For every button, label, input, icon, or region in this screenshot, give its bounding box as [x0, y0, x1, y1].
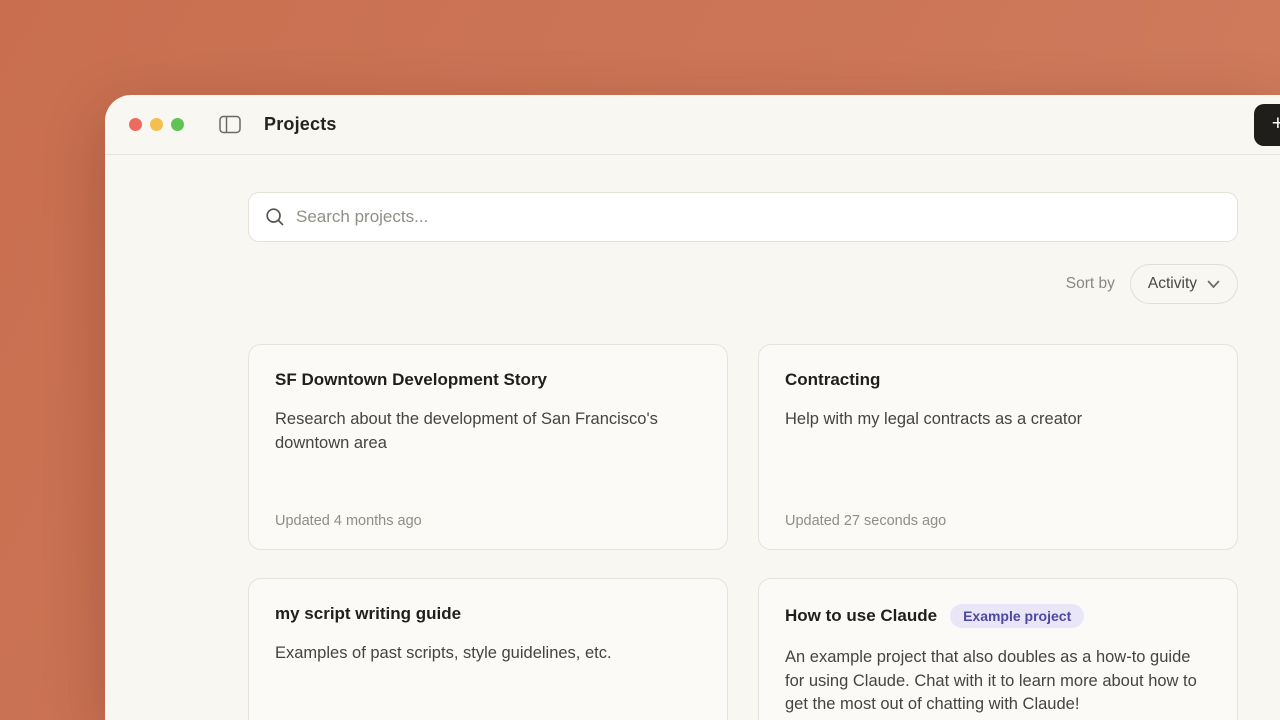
project-title: my script writing guide	[275, 604, 462, 623]
desktop-background: { "titlebar": { "title": "Projects", "ne…	[0, 0, 1280, 720]
titlebar: Projects + New	[105, 95, 1280, 155]
project-title: Contracting	[785, 370, 881, 389]
project-card[interactable]: Contracting Help with my legal contracts…	[758, 344, 1238, 550]
sort-dropdown-value: Activity	[1147, 275, 1197, 292]
projects-page: Sort by Activity SF Downtown Development…	[248, 155, 1238, 720]
app-window: Projects + New Sort by Activity	[105, 95, 1280, 720]
search-icon	[265, 207, 285, 227]
example-project-badge: Example project	[950, 604, 1085, 628]
chevron-down-icon	[1207, 280, 1220, 289]
page-title: Projects	[264, 114, 337, 134]
project-card[interactable]: How to use Claude Example project An exa…	[758, 578, 1238, 720]
project-updated: Updated 27 seconds ago	[785, 513, 947, 529]
project-title: SF Downtown Development Story	[275, 370, 548, 389]
search-bar	[248, 192, 1238, 242]
sidebar-icon	[219, 115, 241, 134]
sort-dropdown[interactable]: Activity	[1129, 264, 1238, 304]
window-controls	[129, 118, 184, 131]
sort-row: Sort by Activity	[248, 264, 1238, 304]
project-description: Help with my legal contracts as a creato…	[785, 410, 1083, 428]
project-description: An example project that also doubles as …	[785, 648, 1197, 713]
project-description: Research about the development of San Fr…	[275, 410, 658, 452]
sidebar-toggle-button[interactable]	[219, 115, 241, 134]
project-updated: Updated 4 months ago	[275, 513, 422, 529]
project-card[interactable]: my script writing guide Examples of past…	[248, 578, 728, 720]
zoom-window-button[interactable]	[171, 118, 184, 131]
new-project-button[interactable]: + New	[1253, 103, 1280, 146]
project-title: How to use Claude	[785, 606, 938, 625]
projects-grid: SF Downtown Development Story Research a…	[248, 344, 1238, 720]
project-description: Examples of past scripts, style guidelin…	[275, 644, 612, 662]
close-window-button[interactable]	[129, 118, 142, 131]
sort-by-label: Sort by	[1065, 275, 1115, 292]
search-input[interactable]	[296, 207, 1221, 227]
plus-icon: +	[1271, 112, 1280, 135]
project-card[interactable]: SF Downtown Development Story Research a…	[248, 344, 728, 550]
minimize-window-button[interactable]	[150, 118, 163, 131]
